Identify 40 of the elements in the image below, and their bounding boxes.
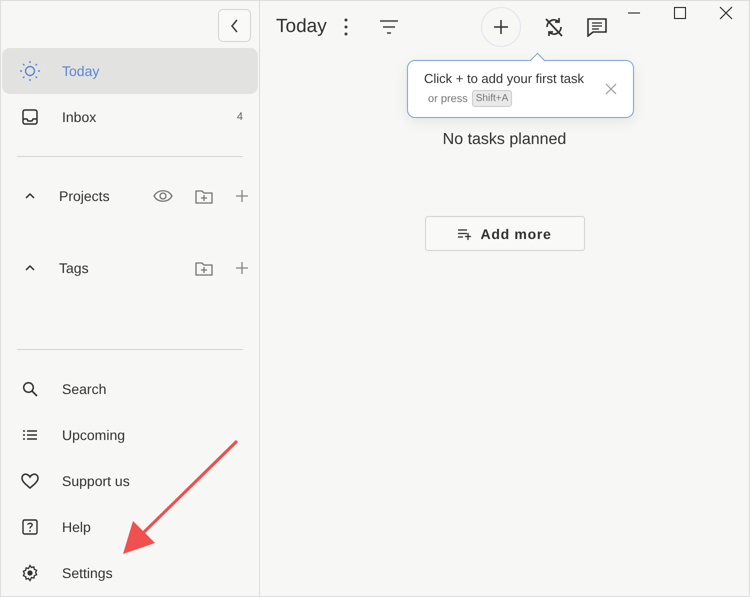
add-icon[interactable]	[235, 261, 249, 275]
heart-icon	[21, 473, 39, 489]
inbox-tray-icon	[21, 108, 39, 126]
tooltip-text: Click + to add your first task	[424, 71, 586, 86]
caret-icon[interactable]	[24, 264, 36, 272]
nav-item[interactable]: Settings	[2, 550, 258, 596]
sync-off-icon[interactable]	[542, 16, 565, 38]
maximize-icon[interactable]	[673, 6, 687, 20]
tooltip-hint: or press	[428, 92, 468, 104]
more-icon[interactable]	[342, 18, 349, 36]
section-header[interactable]: Tags	[59, 260, 195, 276]
new-folder-icon[interactable]	[195, 260, 213, 276]
collapse-sidebar-button[interactable]	[218, 9, 251, 42]
search-icon	[22, 381, 38, 397]
sun-icon	[19, 60, 41, 82]
caret-icon[interactable]	[24, 192, 36, 200]
nav-item[interactable]: Search	[2, 366, 258, 412]
settings-icon	[21, 564, 39, 582]
new-folder-icon[interactable]	[195, 188, 213, 204]
nav-item[interactable]: Support us	[2, 458, 258, 504]
add-task-button[interactable]	[480, 7, 521, 47]
nav-item[interactable]: Help	[2, 504, 258, 550]
add-list-icon	[458, 228, 472, 240]
list-icon	[22, 429, 38, 441]
add-icon[interactable]	[235, 189, 249, 203]
page-title: Today	[276, 16, 327, 38]
inbox-count: 4	[236, 111, 243, 123]
filter-icon[interactable]	[378, 20, 399, 34]
help-icon	[22, 519, 38, 535]
section-header[interactable]: Projects	[59, 188, 153, 204]
chevron-left-icon	[228, 18, 240, 32]
keyboard-shortcut: Shift+A	[472, 90, 512, 107]
add-more-button[interactable]: Add more	[424, 216, 584, 251]
nav-item[interactable]: Inbox 4	[2, 94, 258, 140]
close-icon[interactable]	[719, 6, 733, 20]
eye-icon[interactable]	[153, 189, 173, 203]
nav-item[interactable]: Upcoming	[2, 412, 258, 458]
empty-message: No tasks planned	[442, 131, 566, 149]
plus-icon	[494, 20, 508, 34]
comment-icon[interactable]	[586, 18, 607, 36]
